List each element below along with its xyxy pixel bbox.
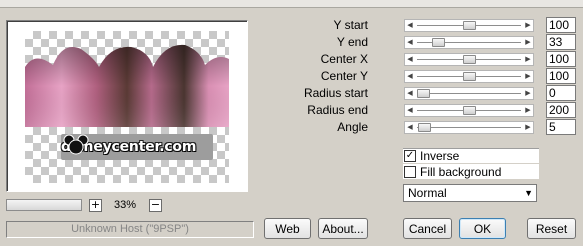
center-y-slider[interactable]: ◀ ▶ — [404, 70, 534, 83]
y-end-label: Y end — [336, 35, 368, 49]
arrow-left-icon[interactable]: ◀ — [405, 37, 415, 48]
slider-thumb[interactable] — [417, 123, 431, 132]
center-x-label: Center X — [320, 52, 368, 66]
y-start-input[interactable]: 100 — [546, 17, 576, 33]
radius-end-slider[interactable]: ◀ ▶ — [404, 104, 534, 117]
about-button[interactable]: About... — [318, 218, 368, 239]
angle-input[interactable]: 5 — [546, 119, 576, 135]
fill-background-checkbox[interactable] — [404, 165, 416, 178]
arrow-right-icon[interactable]: ▶ — [523, 105, 533, 116]
inverse-option[interactable]: ✓ Inverse — [403, 148, 539, 163]
arrow-left-icon[interactable]: ◀ — [405, 88, 415, 99]
arrow-right-icon[interactable]: ▶ — [523, 122, 533, 133]
slider-thumb[interactable] — [417, 89, 430, 98]
param-row: Radius start ◀ ▶ 0 — [300, 85, 580, 102]
blend-mode-value: Normal — [408, 186, 447, 200]
inverse-checkbox[interactable]: ✓ — [404, 150, 416, 162]
param-row: Center Y ◀ ▶ 100 — [300, 68, 580, 85]
y-start-slider[interactable]: ◀ ▶ — [404, 19, 534, 32]
param-row: Angle ◀ ▶ 5 — [300, 119, 580, 136]
checkmark-icon: ✓ — [405, 150, 415, 161]
zoom-level: 33% — [114, 199, 137, 211]
arrow-left-icon[interactable]: ◀ — [405, 54, 415, 65]
arrow-left-icon[interactable]: ◀ — [405, 122, 415, 133]
center-y-label: Center Y — [320, 69, 368, 83]
ok-button[interactable]: OK — [459, 218, 506, 239]
y-end-slider[interactable]: ◀ ▶ — [404, 36, 534, 49]
angle-label: Angle — [337, 120, 368, 134]
cancel-button[interactable]: Cancel — [403, 218, 452, 239]
title-strip — [0, 0, 583, 8]
param-row: Y end ◀ ▶ 33 — [300, 34, 580, 51]
blend-mode-select[interactable]: Normal ▼ — [403, 184, 537, 202]
arrow-left-icon[interactable]: ◀ — [405, 20, 415, 31]
mickey-ears-icon — [63, 134, 89, 155]
zoom-in-button[interactable]: + — [89, 199, 102, 212]
fill-background-label: Fill background — [420, 164, 502, 179]
preview-canvas: disneycenter.com — [25, 31, 229, 183]
param-row: Center X ◀ ▶ 100 — [300, 51, 580, 68]
radius-end-input[interactable]: 200 — [546, 102, 576, 118]
arrow-left-icon[interactable]: ◀ — [405, 71, 415, 82]
param-row: Radius end ◀ ▶ 200 — [300, 102, 580, 119]
slider-thumb[interactable] — [462, 72, 476, 81]
arrow-right-icon[interactable]: ▶ — [523, 37, 533, 48]
slider-thumb[interactable] — [462, 106, 476, 115]
fill-background-option[interactable]: Fill background — [403, 164, 539, 179]
preview-image — [25, 44, 229, 127]
slider-thumb[interactable] — [462, 55, 476, 64]
reset-button[interactable]: Reset — [527, 218, 576, 239]
slider-track — [417, 127, 521, 128]
slider-track — [417, 93, 521, 94]
preview-panel: disneycenter.com — [6, 20, 248, 192]
arrow-left-icon[interactable]: ◀ — [405, 105, 415, 116]
radius-start-label: Radius start — [303, 86, 368, 100]
center-x-input[interactable]: 100 — [546, 51, 576, 67]
arrow-right-icon[interactable]: ▶ — [523, 71, 533, 82]
arrow-right-icon[interactable]: ▶ — [523, 20, 533, 31]
slider-thumb[interactable] — [462, 21, 476, 30]
arrow-right-icon[interactable]: ▶ — [523, 88, 533, 99]
y-start-label: Y start — [333, 18, 368, 32]
web-button[interactable]: Web — [264, 218, 311, 239]
radius-start-input[interactable]: 0 — [546, 85, 576, 101]
y-end-input[interactable]: 33 — [546, 34, 576, 50]
center-y-input[interactable]: 100 — [546, 68, 576, 84]
slider-thumb[interactable] — [432, 38, 446, 47]
arrow-right-icon[interactable]: ▶ — [523, 54, 533, 65]
status-bar: Unknown Host ("9PSP") — [6, 221, 254, 238]
radius-end-label: Radius end — [307, 103, 368, 117]
watermark-logo: disneycenter.com — [61, 134, 213, 160]
param-row: Y start ◀ ▶ 100 — [300, 17, 580, 34]
zoom-slider[interactable] — [6, 199, 82, 211]
inverse-label: Inverse — [420, 149, 460, 163]
radius-start-slider[interactable]: ◀ ▶ — [404, 87, 534, 100]
chevron-down-icon: ▼ — [524, 188, 533, 198]
zoom-out-button[interactable]: − — [149, 199, 162, 212]
angle-slider[interactable]: ◀ ▶ — [404, 121, 534, 134]
center-x-slider[interactable]: ◀ ▶ — [404, 53, 534, 66]
